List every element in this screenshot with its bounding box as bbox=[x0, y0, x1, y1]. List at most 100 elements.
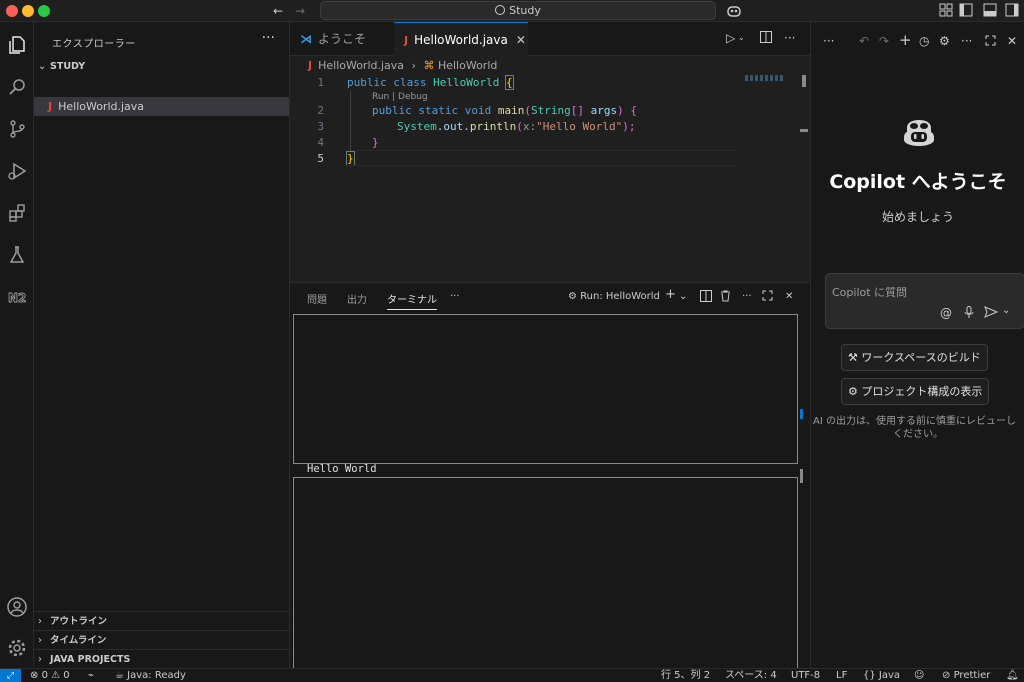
warning-icon: ⚠ bbox=[51, 670, 61, 681]
send-icon[interactable] bbox=[984, 306, 999, 321]
breadcrumb-symbol[interactable]: HelloWorld bbox=[438, 59, 497, 72]
new-terminal-icon[interactable]: + bbox=[665, 287, 676, 302]
editor-more-actions-icon[interactable]: ··· bbox=[784, 31, 795, 45]
close-window-button[interactable] bbox=[6, 5, 18, 17]
testing-flask-icon[interactable] bbox=[2, 240, 32, 270]
code-editor[interactable]: 1 2 3 4 5 public class HelloWorld { Run … bbox=[290, 75, 810, 282]
breadcrumb: J HelloWorld.java › ⌘ HelloWorld bbox=[290, 56, 810, 75]
history-icon[interactable]: ◷ bbox=[919, 34, 929, 48]
tab-helloworld-java[interactable]: J HelloWorld.java ✕ bbox=[394, 22, 528, 56]
explorer-icon[interactable] bbox=[2, 30, 32, 60]
overview-ruler-mark bbox=[800, 129, 808, 132]
terminal-area-top[interactable] bbox=[293, 314, 798, 464]
code-line-2: public static void main(String[] args) { bbox=[372, 104, 637, 117]
forward-arrow-icon[interactable]: → bbox=[292, 3, 308, 19]
copilot-status-icon[interactable]: ☺ bbox=[914, 669, 924, 682]
encoding[interactable]: UTF-8 bbox=[791, 669, 820, 682]
close-panel-icon[interactable]: ✕ bbox=[785, 291, 793, 302]
panel-sash-marker bbox=[800, 409, 803, 419]
run-dropdown-chevron-icon[interactable]: ⌄ bbox=[738, 33, 745, 42]
chevron-down-icon[interactable]: ⌄ bbox=[679, 291, 687, 302]
debug-gear-icon: ⚙ bbox=[568, 291, 577, 302]
terminal-scrollbar[interactable] bbox=[800, 469, 803, 483]
section-timeline-label: タイムライン bbox=[50, 635, 107, 646]
new-chat-icon[interactable]: + bbox=[899, 31, 912, 49]
panel-more-icon[interactable]: ··· bbox=[450, 291, 460, 302]
extensions-icon[interactable] bbox=[2, 198, 32, 228]
n2-extension-icon[interactable]: N2 bbox=[2, 282, 32, 312]
prettier-status[interactable]: ⊘ Prettier bbox=[942, 669, 990, 682]
java-file-icon: J bbox=[308, 59, 313, 72]
copilot-icon[interactable] bbox=[726, 3, 742, 19]
explorer-more-actions[interactable]: ··· bbox=[262, 30, 275, 46]
settings-gear-icon[interactable]: ⚙ bbox=[939, 34, 950, 48]
indentation[interactable]: スペース: 4 bbox=[725, 669, 777, 682]
section-timeline[interactable]: › タイムライン bbox=[34, 630, 289, 649]
notifications-bell-icon[interactable]: 🔔︎ bbox=[1006, 669, 1019, 682]
section-outline[interactable]: › アウトライン bbox=[34, 611, 289, 630]
breadcrumb-file[interactable]: HelloWorld.java bbox=[318, 59, 404, 72]
tab-welcome[interactable]: ⋊ ようこそ bbox=[290, 22, 392, 56]
cursor-position[interactable]: 行 5、列 2 bbox=[661, 669, 710, 682]
maximize-icon[interactable] bbox=[985, 35, 996, 49]
maximize-panel-icon[interactable] bbox=[762, 290, 773, 304]
panel-tab-problems[interactable]: 問題 bbox=[307, 291, 327, 306]
braces-icon: {} bbox=[863, 670, 876, 681]
chat-more-icon[interactable]: ··· bbox=[823, 34, 834, 48]
toggle-panel-icon[interactable] bbox=[982, 3, 998, 19]
close-tab-icon[interactable]: ✕ bbox=[516, 33, 526, 47]
terminal-area-bottom[interactable] bbox=[293, 477, 798, 669]
terminal-run-selector[interactable]: ⚙ Run: HelloWorld bbox=[568, 291, 660, 302]
run-java-icon[interactable]: ▷ bbox=[726, 31, 735, 45]
toggle-secondary-sidebar-icon[interactable] bbox=[1004, 3, 1020, 19]
folder-study[interactable]: ⌄ STUDY bbox=[34, 58, 289, 76]
ports-icon[interactable]: ⌁ bbox=[88, 669, 94, 682]
show-project-structure-button[interactable]: ⚙ プロジェクト構成の表示 bbox=[841, 378, 990, 405]
customize-layout-icon[interactable] bbox=[938, 3, 954, 19]
build-workspace-label: ワークスペースのビルド bbox=[861, 351, 981, 364]
split-terminal-icon[interactable] bbox=[700, 290, 712, 305]
copilot-chat-input[interactable]: Copilot に質問 @ ⌄ bbox=[825, 273, 1024, 329]
vscode-logo-icon: ⋊ bbox=[300, 32, 312, 46]
language-label: Java bbox=[878, 670, 901, 681]
build-workspace-button[interactable]: ⚒ ワークスペースのビルド bbox=[841, 344, 988, 371]
code-lens-run-debug[interactable]: Run | Debug bbox=[372, 92, 428, 102]
problems-indicator[interactable]: ⊗ 0 ⚠ 0 bbox=[30, 669, 70, 682]
chevron-right-icon: › bbox=[38, 616, 42, 627]
maximize-window-button[interactable] bbox=[38, 5, 50, 17]
trash-icon[interactable] bbox=[720, 290, 731, 305]
panel-tab-output[interactable]: 出力 bbox=[347, 291, 367, 306]
minimap[interactable] bbox=[745, 75, 785, 81]
search-icon[interactable] bbox=[2, 72, 32, 102]
bottom-panel: 問題 出力 ターミナル ··· ⚙ Run: HelloWorld + ⌄ ··… bbox=[290, 282, 810, 669]
panel-more-actions-icon[interactable]: ··· bbox=[742, 291, 752, 302]
run-debug-icon[interactable] bbox=[2, 156, 32, 186]
toggle-sidebar-icon[interactable] bbox=[958, 3, 974, 19]
source-control-icon[interactable] bbox=[2, 114, 32, 144]
end-of-line[interactable]: LF bbox=[836, 669, 847, 682]
language-mode[interactable]: {} Java bbox=[863, 669, 900, 682]
terminal-run-label: Run: HelloWorld bbox=[580, 291, 660, 302]
chat-more-actions-icon[interactable]: ··· bbox=[961, 34, 972, 48]
chevron-down-icon[interactable]: ⌄ bbox=[1002, 305, 1010, 316]
java-status[interactable]: ☕ Java: Ready bbox=[115, 669, 186, 682]
minimap-slider[interactable] bbox=[802, 75, 806, 87]
panel-tab-terminal[interactable]: ターミナル bbox=[387, 291, 437, 310]
undo-icon[interactable]: ↶ bbox=[859, 34, 869, 48]
settings-gear-icon[interactable] bbox=[2, 633, 32, 663]
java-file-icon: J bbox=[48, 100, 53, 113]
command-center-label: Study bbox=[509, 4, 541, 17]
file-helloworld-java[interactable]: J HelloWorld.java bbox=[34, 97, 289, 116]
split-editor-icon[interactable] bbox=[760, 31, 772, 46]
minimize-window-button[interactable] bbox=[22, 5, 34, 17]
tab-helloworld-label: HelloWorld.java bbox=[414, 33, 508, 47]
mention-at-icon[interactable]: @ bbox=[940, 306, 952, 320]
back-arrow-icon[interactable]: ← bbox=[270, 3, 286, 19]
remote-indicator-icon[interactable]: ⤢ bbox=[0, 669, 21, 682]
redo-icon[interactable]: ↷ bbox=[879, 34, 889, 48]
account-icon[interactable] bbox=[2, 592, 32, 622]
close-pane-icon[interactable]: ✕ bbox=[1007, 34, 1017, 48]
command-center-search[interactable]: Study bbox=[320, 1, 716, 20]
microphone-icon[interactable] bbox=[964, 306, 974, 322]
section-java-projects[interactable]: › JAVA PROJECTS bbox=[34, 649, 289, 668]
